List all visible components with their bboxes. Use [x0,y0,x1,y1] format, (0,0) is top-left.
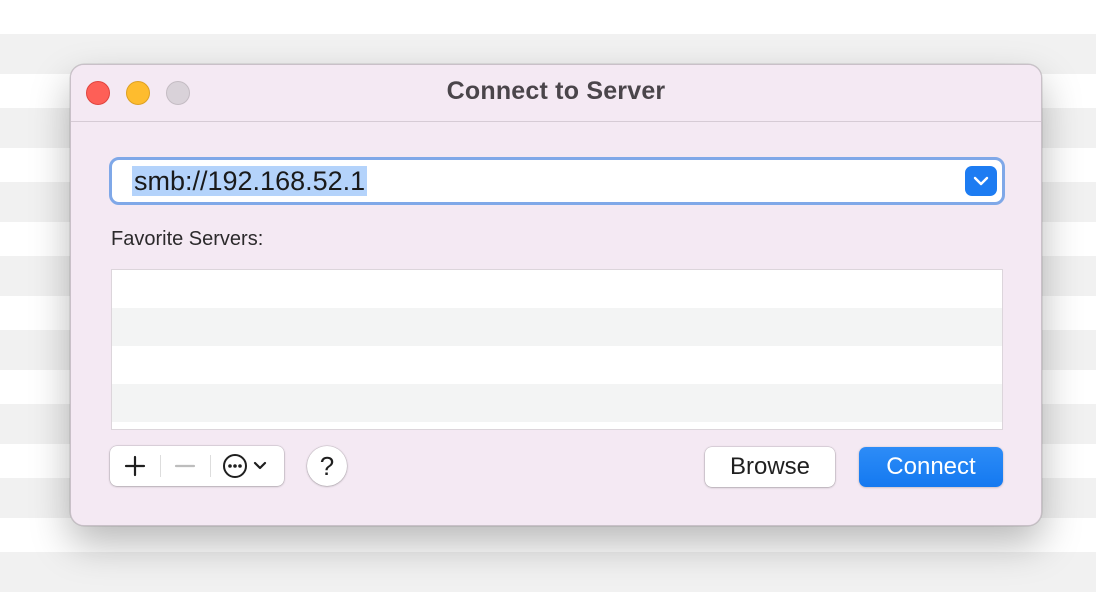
add-favorite-button[interactable] [110,446,160,486]
favorites-actions-menu-button[interactable] [210,446,284,486]
help-button[interactable]: ? [307,446,347,486]
ellipsis-circle-icon [223,454,267,478]
list-row[interactable] [112,308,1002,346]
favorites-edit-control [110,446,284,486]
list-row[interactable] [112,384,1002,422]
list-row[interactable] [112,270,1002,308]
remove-favorite-button[interactable] [160,446,210,486]
minus-icon [174,464,196,468]
browse-button[interactable]: Browse [705,447,835,487]
server-address-combobox[interactable]: smb://192.168.52.1 [109,157,1005,205]
server-address-input[interactable]: smb://192.168.52.1 [132,166,368,196]
title-bar[interactable]: Connect to Server [71,65,1041,122]
favorite-servers-label: Favorite Servers: [111,228,264,250]
chevron-down-icon [973,176,989,186]
connect-to-server-window: Connect to Server smb://192.168.52.1 Fav… [70,64,1042,526]
address-history-dropdown-button[interactable] [965,166,997,196]
connect-button[interactable]: Connect [859,447,1003,487]
plus-icon [124,455,146,477]
window-title: Connect to Server [446,77,666,105]
favorite-servers-list[interactable] [111,269,1003,430]
list-row[interactable] [112,346,1002,384]
